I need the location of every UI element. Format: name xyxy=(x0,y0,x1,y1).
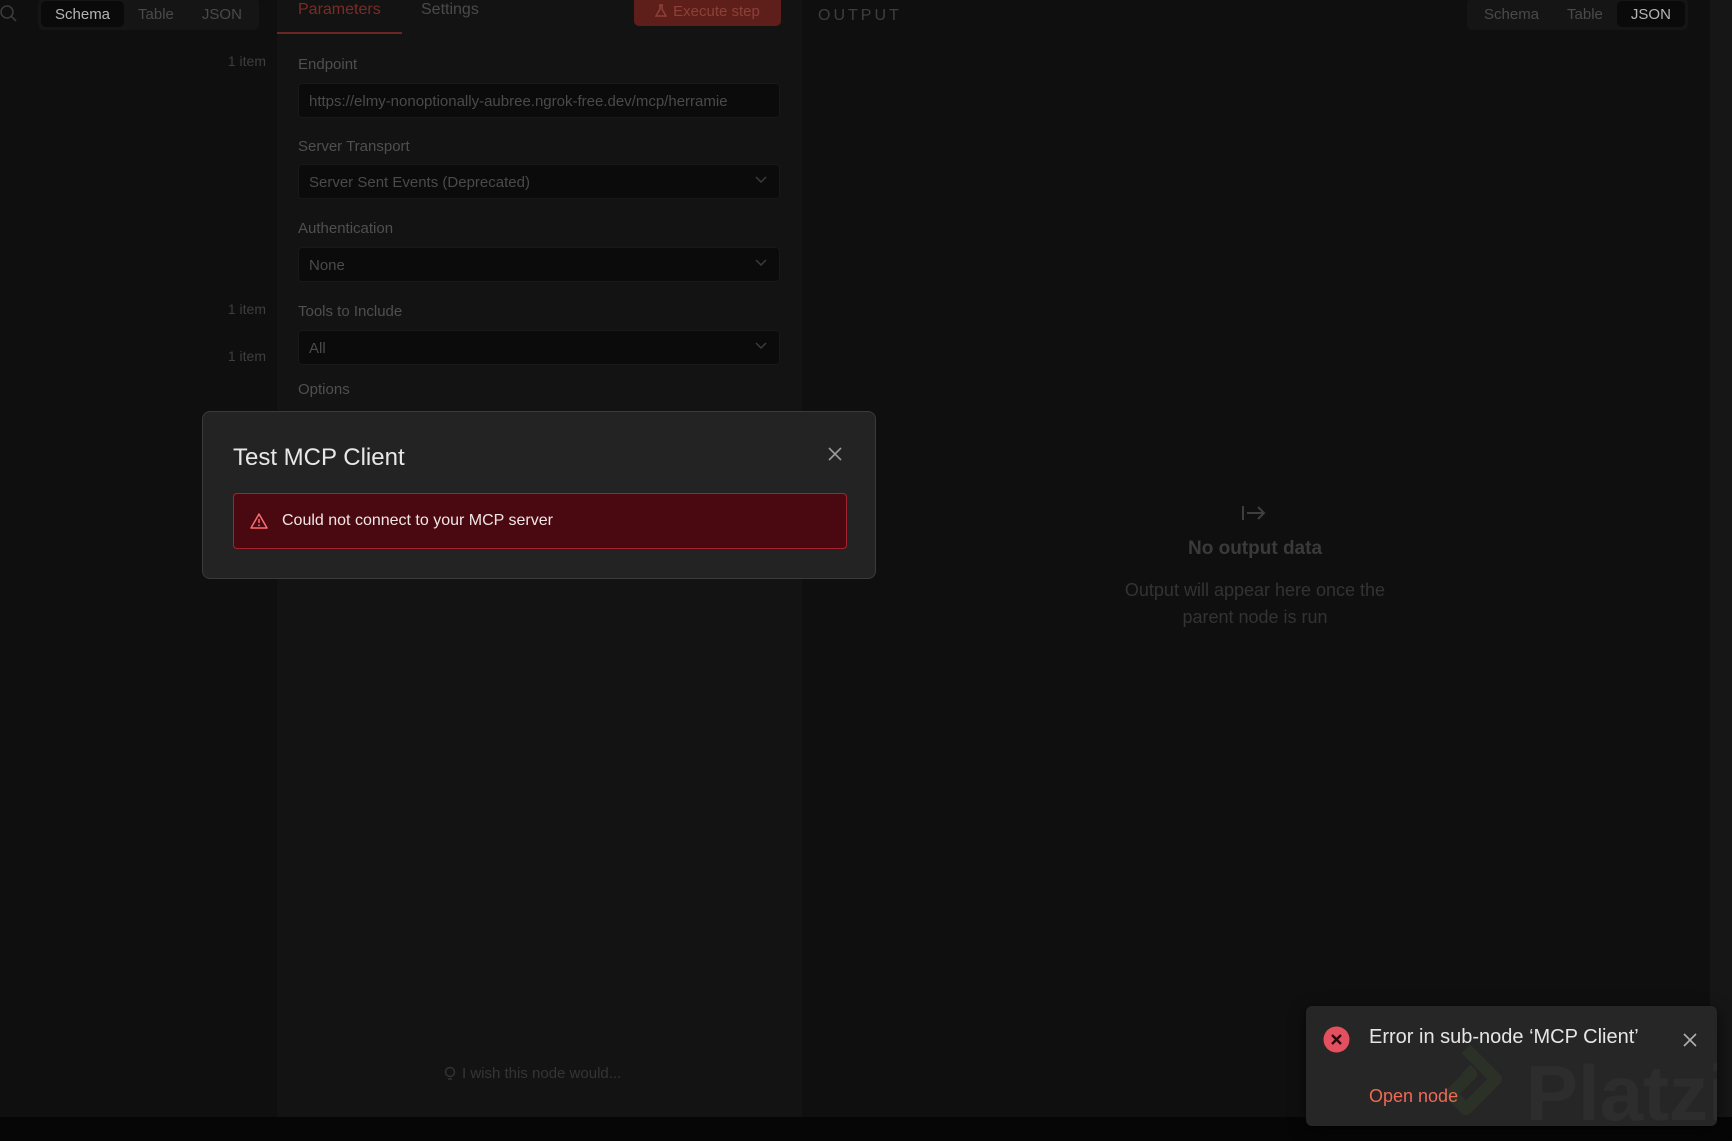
input-tab-json[interactable]: JSON xyxy=(188,1,256,27)
canvas-edge xyxy=(1710,0,1732,1141)
authentication-label: Authentication xyxy=(298,220,394,237)
arrow-right-to-line-icon xyxy=(1242,506,1266,520)
input-tab-table[interactable]: Table xyxy=(124,1,188,27)
tools-to-include-value: All xyxy=(309,340,326,357)
watermark: Platzi xyxy=(1526,1048,1717,1126)
authentication-value: None xyxy=(309,257,345,274)
test-mcp-client-dialog: Test MCP Client Could not connect to you… xyxy=(202,411,876,579)
feedback-prompt[interactable]: I wish this node would... xyxy=(444,1065,621,1082)
chevron-down-icon xyxy=(755,259,767,267)
input-view-switcher: Schema Table JSON xyxy=(38,0,259,30)
item-count: 1 item xyxy=(227,301,266,317)
tab-settings[interactable]: Settings xyxy=(421,1,479,19)
endpoint-label: Endpoint xyxy=(298,56,358,73)
open-node-link[interactable]: Open node xyxy=(1369,1086,1458,1107)
error-message: Could not connect to your MCP server xyxy=(282,512,553,529)
output-tab-schema[interactable]: Schema xyxy=(1470,1,1553,27)
lightbulb-icon xyxy=(444,1066,456,1080)
feedback-prompt-text: I wish this node would... xyxy=(462,1065,622,1082)
server-transport-value: Server Sent Events (Deprecated) xyxy=(309,174,530,191)
no-output-subtitle-line: parent node is run xyxy=(1182,607,1328,627)
no-output-title: No output data xyxy=(1187,538,1323,559)
output-tab-table[interactable]: Table xyxy=(1553,1,1617,27)
tools-to-include-label: Tools to Include xyxy=(298,303,403,320)
server-transport-label: Server Transport xyxy=(298,138,410,155)
server-transport-select[interactable]: Server Sent Events (Deprecated) xyxy=(298,164,780,199)
execute-step-button[interactable]: Execute step xyxy=(634,0,781,26)
active-tab-indicator xyxy=(277,32,402,34)
output-title: OUTPUT xyxy=(818,7,902,24)
input-tab-schema[interactable]: Schema xyxy=(41,1,125,27)
search-icon[interactable] xyxy=(0,5,18,23)
platzi-logo-icon xyxy=(1445,1044,1502,1115)
error-toast: Platzi Error in sub-node ‘MCP Client’ Op… xyxy=(1306,1006,1717,1126)
tools-to-include-select[interactable]: All xyxy=(298,330,780,365)
close-icon[interactable] xyxy=(1682,1032,1698,1048)
chevron-down-icon xyxy=(755,176,767,184)
flask-icon xyxy=(655,4,668,17)
warning-icon xyxy=(250,513,268,529)
error-alert: Could not connect to your MCP server xyxy=(233,493,847,549)
chevron-down-icon xyxy=(755,342,767,350)
execute-step-label: Execute step xyxy=(673,2,760,20)
toast-title: Error in sub-node ‘MCP Client’ xyxy=(1369,1026,1639,1048)
error-circle-icon xyxy=(1323,1026,1350,1053)
no-output-subtitle-line: Output will appear here once the xyxy=(1124,580,1386,600)
output-panel xyxy=(802,0,1710,1141)
output-tab-json[interactable]: JSON xyxy=(1616,1,1685,27)
tab-parameters[interactable]: Parameters xyxy=(298,1,381,19)
no-output-subtitle: Output will appear here once the parent … xyxy=(1105,577,1405,631)
close-icon[interactable] xyxy=(826,445,844,463)
options-label: Options xyxy=(298,381,350,398)
dialog-title: Test MCP Client xyxy=(233,444,405,471)
item-count: 1 item xyxy=(227,53,266,69)
endpoint-input[interactable]: https://elmy-nonoptionally-aubree.ngrok-… xyxy=(298,83,780,118)
item-count: 1 item xyxy=(227,348,266,364)
authentication-select[interactable]: None xyxy=(298,247,780,282)
output-view-switcher: Schema Table JSON xyxy=(1467,0,1688,30)
